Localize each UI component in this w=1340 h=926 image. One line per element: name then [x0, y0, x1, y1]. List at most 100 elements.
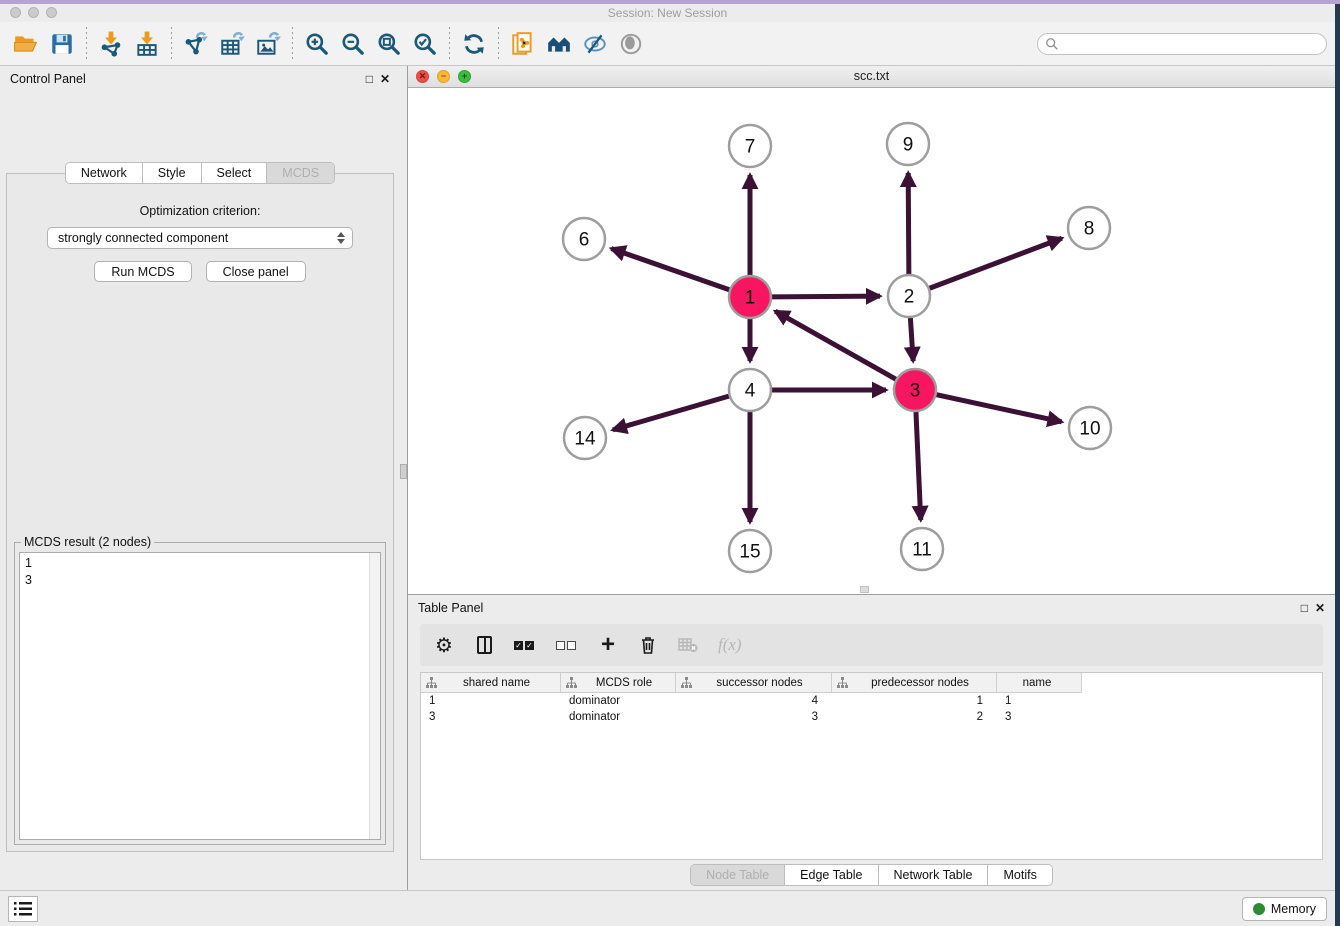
- graph-edge-3-11[interactable]: [916, 412, 921, 520]
- cell-name[interactable]: 3: [997, 709, 1082, 725]
- graph-edge-1-6[interactable]: [611, 249, 729, 290]
- hide-graphics-details-icon[interactable]: [577, 26, 613, 62]
- export-image-icon[interactable]: [250, 26, 286, 62]
- task-history-button[interactable]: [8, 896, 38, 922]
- graph-edge-2-8[interactable]: [930, 238, 1062, 288]
- memory-status-icon: [1253, 903, 1265, 915]
- graph-edge-4-14[interactable]: [613, 396, 729, 430]
- float-table-panel-icon[interactable]: □: [1301, 602, 1308, 614]
- split-columns-icon[interactable]: [474, 633, 494, 657]
- toolbar-separator: [449, 27, 450, 61]
- import-network-icon[interactable]: [93, 26, 129, 62]
- cell-mcds-role[interactable]: dominator: [561, 709, 676, 725]
- app-titlebar: Session: New Session: [0, 4, 1335, 22]
- close-panel-icon[interactable]: ✕: [380, 73, 390, 85]
- tab-edge-table[interactable]: Edge Table: [785, 865, 878, 885]
- show-graphics-details-icon[interactable]: [613, 26, 649, 62]
- tab-node-table[interactable]: Node Table: [691, 865, 785, 885]
- column-header-shared-name[interactable]: shared name: [421, 673, 561, 693]
- cell-successor-nodes[interactable]: 3: [676, 709, 832, 725]
- export-table-icon[interactable]: [214, 26, 250, 62]
- graph-edge-3-10[interactable]: [936, 395, 1061, 422]
- network-document-icon[interactable]: [505, 26, 541, 62]
- column-header-successor-nodes[interactable]: successor nodes: [676, 673, 832, 693]
- function-builder-icon: f(x): [718, 633, 742, 657]
- main-toolbar: [0, 22, 1335, 66]
- graph-node-15[interactable]: 15: [729, 530, 771, 572]
- delete-column-icon[interactable]: [638, 633, 658, 657]
- gear-icon[interactable]: ⚙: [434, 633, 454, 657]
- graph-node-4[interactable]: 4: [729, 369, 771, 411]
- criterion-dropdown[interactable]: strongly connected component: [47, 227, 353, 249]
- splitter-handle[interactable]: [400, 464, 407, 479]
- mcds-panel-body: Optimization criterion: strongly connect…: [6, 173, 394, 852]
- graph-edge-2-3[interactable]: [910, 318, 913, 361]
- graph-edge-1-2[interactable]: [772, 296, 880, 297]
- select-all-columns-icon[interactable]: ✓✓: [514, 633, 536, 657]
- tree-icon: [566, 677, 577, 688]
- zoom-fit-icon[interactable]: [371, 26, 407, 62]
- mcds-result-textarea[interactable]: 1 3: [19, 552, 381, 840]
- graph-node-14[interactable]: 14: [564, 417, 606, 459]
- cell-predecessor-nodes[interactable]: 2: [832, 709, 997, 725]
- search-field[interactable]: [1037, 33, 1327, 55]
- column-header-name[interactable]: name: [997, 673, 1082, 693]
- graph-node-7[interactable]: 7: [729, 125, 771, 167]
- list-icon: [14, 901, 32, 917]
- cell-predecessor-nodes[interactable]: 1: [832, 693, 997, 709]
- import-table-icon[interactable]: [129, 26, 165, 62]
- network-graph[interactable]: 7 9 6 8 1 2 4 3 14 10 15 11: [408, 88, 1334, 594]
- float-panel-icon[interactable]: □: [366, 73, 373, 85]
- tab-network[interactable]: Network: [66, 163, 143, 183]
- canvas-grip-handle[interactable]: [860, 586, 869, 593]
- toolbar-separator: [292, 27, 293, 61]
- graph-node-10[interactable]: 10: [1069, 407, 1111, 449]
- close-table-panel-icon[interactable]: ✕: [1315, 602, 1325, 614]
- tab-network-table[interactable]: Network Table: [879, 865, 989, 885]
- table-panel-title: Table Panel: [418, 601, 483, 615]
- tab-select[interactable]: Select: [202, 163, 268, 183]
- table-row[interactable]: 3 dominator 3 2 3: [421, 709, 1322, 725]
- close-panel-button[interactable]: Close panel: [206, 261, 306, 282]
- tab-style[interactable]: Style: [143, 163, 202, 183]
- app-window: Session: New Session: [0, 4, 1335, 926]
- graph-node-9[interactable]: 9: [887, 123, 929, 165]
- graph-node-6[interactable]: 6: [563, 218, 605, 260]
- table-row[interactable]: 1 dominator 4 1 1: [421, 693, 1322, 709]
- graph-node-8[interactable]: 8: [1068, 207, 1110, 249]
- refresh-styles-icon[interactable]: [456, 26, 492, 62]
- cell-shared-name[interactable]: 1: [421, 693, 561, 709]
- svg-text:2: 2: [904, 287, 915, 308]
- show-home-panels-icon[interactable]: [541, 26, 577, 62]
- tab-mcds[interactable]: MCDS: [267, 163, 334, 183]
- column-header-predecessor-nodes[interactable]: predecessor nodes: [832, 673, 997, 693]
- zoom-out-icon[interactable]: [335, 26, 371, 62]
- save-session-icon[interactable]: [44, 26, 80, 62]
- result-scrollbar[interactable]: [369, 553, 380, 839]
- graph-node-11[interactable]: 11: [901, 528, 943, 570]
- cell-successor-nodes[interactable]: 4: [676, 693, 832, 709]
- graph-node-2[interactable]: 2: [888, 275, 930, 317]
- network-canvas[interactable]: 7 9 6 8 1 2 4 3 14 10 15 11: [408, 88, 1335, 594]
- vertical-splitter[interactable]: [400, 66, 408, 890]
- add-column-icon[interactable]: +: [598, 633, 618, 657]
- search-input[interactable]: [1059, 35, 1326, 53]
- graph-node-3[interactable]: 3: [894, 369, 936, 411]
- zoom-in-icon[interactable]: [299, 26, 335, 62]
- run-mcds-button[interactable]: Run MCDS: [94, 261, 191, 282]
- open-folder-icon[interactable]: [8, 26, 44, 62]
- unselect-all-columns-icon[interactable]: [556, 633, 578, 657]
- graph-edge-2-9[interactable]: [908, 173, 909, 274]
- graph-node-1[interactable]: 1: [729, 276, 771, 318]
- network-window-title: scc.txt: [408, 69, 1335, 83]
- cell-mcds-role[interactable]: dominator: [561, 693, 676, 709]
- memory-button[interactable]: Memory: [1242, 897, 1327, 921]
- tab-motifs[interactable]: Motifs: [988, 865, 1051, 885]
- cell-name[interactable]: 1: [997, 693, 1082, 709]
- tree-icon: [426, 677, 437, 688]
- cell-shared-name[interactable]: 3: [421, 709, 561, 725]
- export-network-icon[interactable]: [178, 26, 214, 62]
- zoom-selected-icon[interactable]: [407, 26, 443, 62]
- graph-edge-3-1[interactable]: [775, 311, 896, 379]
- column-header-mcds-role[interactable]: MCDS role: [561, 673, 676, 693]
